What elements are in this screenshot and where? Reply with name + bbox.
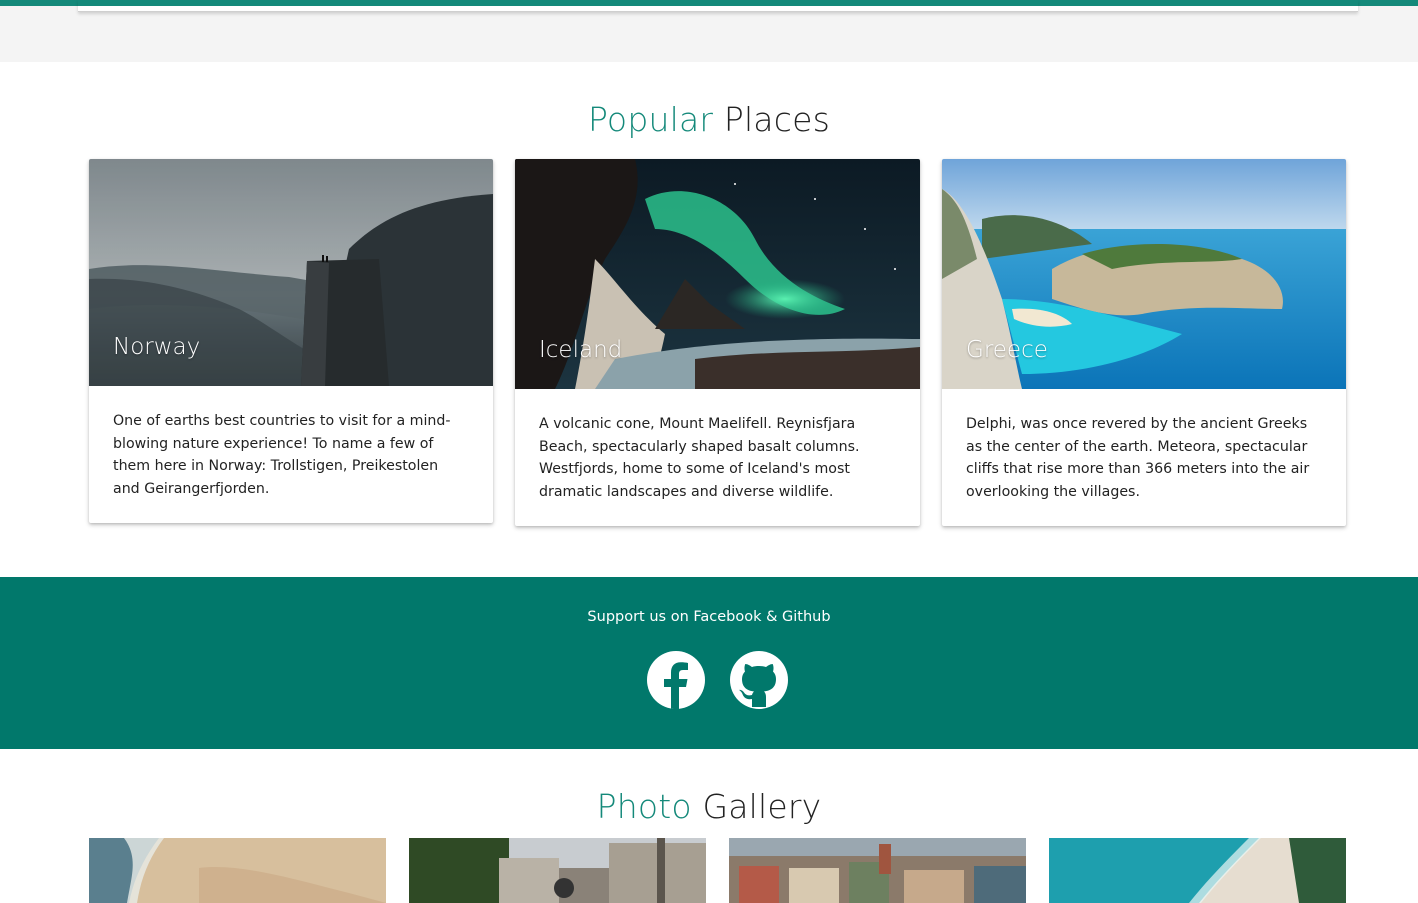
popular-title-rest: Places xyxy=(723,100,830,139)
footer-support-text: Support us on Facebook & Github xyxy=(587,609,831,625)
card-text-greece: Delphi, was once revered by the ancient … xyxy=(966,416,1310,500)
header-card-edge xyxy=(78,0,1358,12)
gallery-photo-beach[interactable] xyxy=(89,838,386,903)
norway-image: Norway xyxy=(89,159,493,386)
card-text-norway: One of earths best countries to visit fo… xyxy=(113,413,451,497)
gallery-photo-paris[interactable] xyxy=(409,838,706,903)
place-card-greece[interactable]: Greece Delphi, was once revered by the a… xyxy=(942,159,1346,526)
gallery-photo-coast[interactable] xyxy=(1049,838,1346,903)
card-title-iceland: Iceland xyxy=(539,337,623,363)
photo-gallery-title: Photo Gallery xyxy=(0,787,1418,826)
greece-image: Greece xyxy=(942,159,1346,389)
support-footer: Support us on Facebook & Github xyxy=(0,577,1418,749)
place-card-norway[interactable]: Norway One of earths best countries to v… xyxy=(89,159,493,523)
card-title-greece: Greece xyxy=(966,337,1048,363)
gallery-title-rest: Gallery xyxy=(702,787,822,826)
gallery-photo-city[interactable] xyxy=(729,838,1026,903)
gallery-title-accent: Photo xyxy=(596,787,692,826)
iceland-image: Iceland xyxy=(515,159,920,389)
popular-places-title: Popular Places xyxy=(0,100,1418,139)
facebook-icon[interactable] xyxy=(646,650,706,710)
place-card-iceland[interactable]: Iceland A volcanic cone, Mount Maelifell… xyxy=(515,159,920,526)
card-text-iceland: A volcanic cone, Mount Maelifell. Reynis… xyxy=(539,416,860,500)
card-title-norway: Norway xyxy=(113,334,201,360)
github-icon[interactable] xyxy=(729,650,789,710)
popular-title-accent: Popular xyxy=(588,100,714,139)
